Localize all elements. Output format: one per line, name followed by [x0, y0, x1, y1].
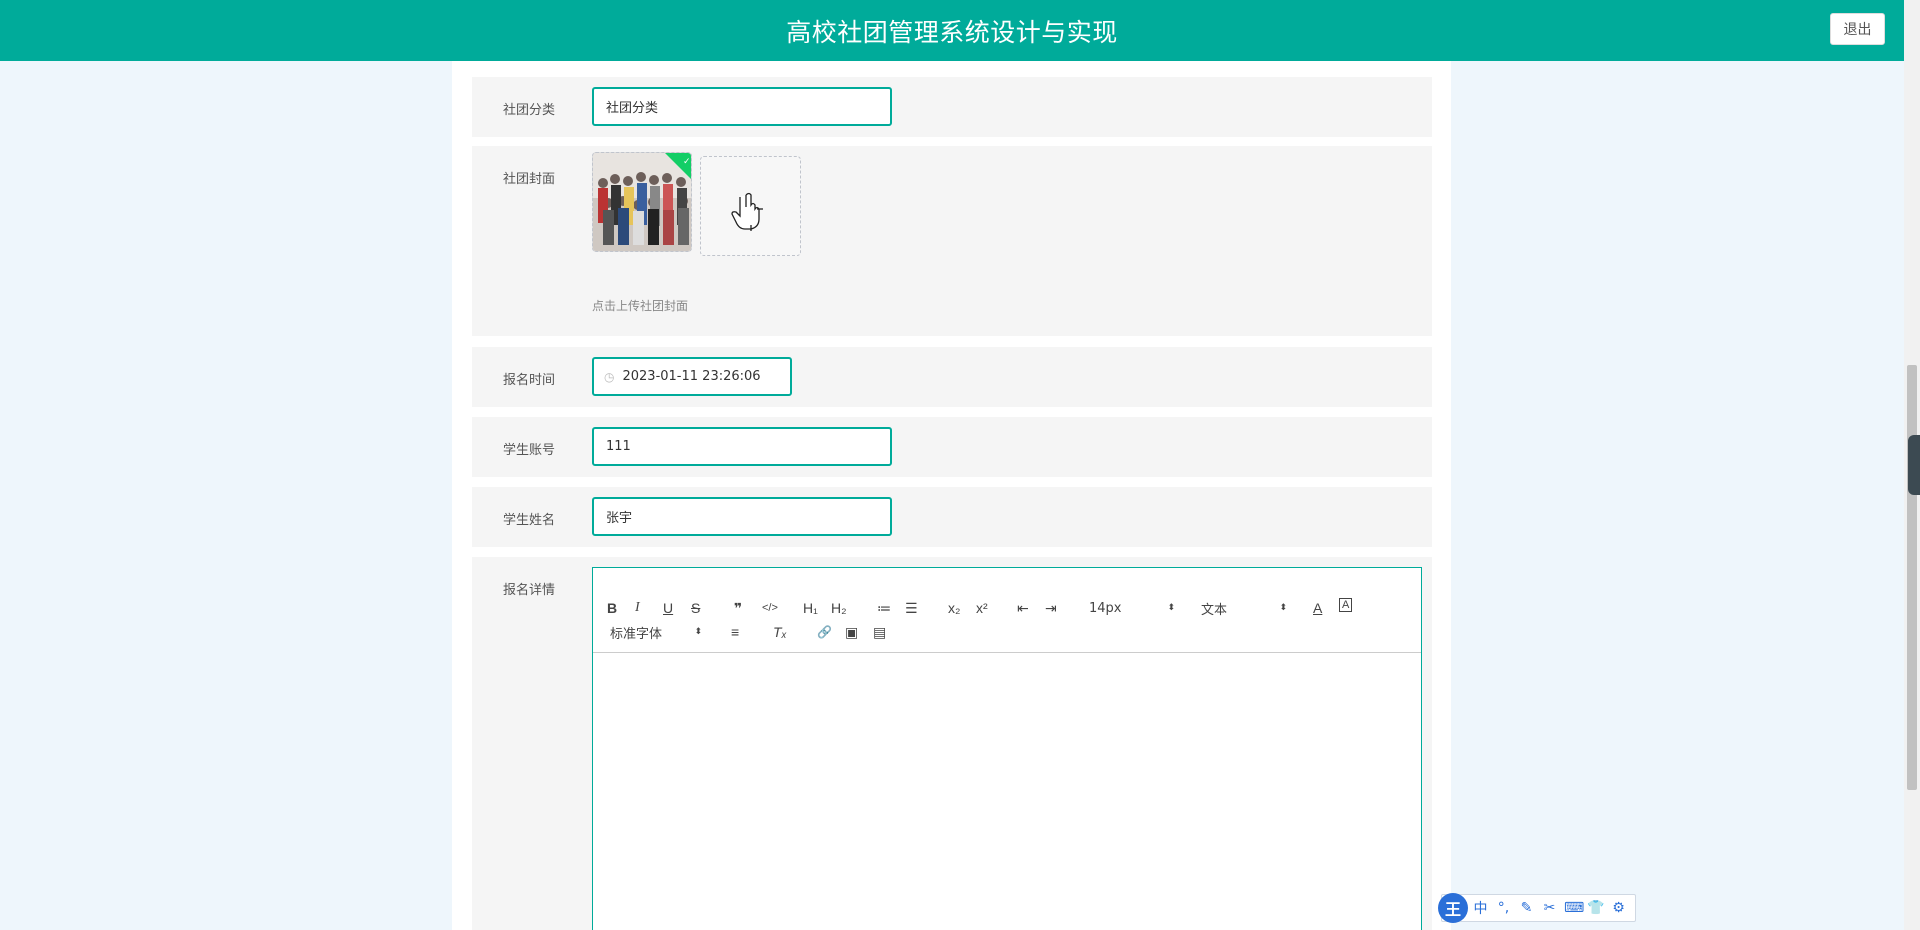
row-cover: 社团封面 ✓ 点击上传社团封面 — [472, 146, 1432, 336]
details-label: 报名详情 — [503, 583, 556, 598]
signup-time-value: 2023-01-11 23:26:06 — [622, 369, 761, 384]
clock-icon: ◷ — [604, 369, 615, 384]
indent-icon[interactable]: ⇥ — [1045, 598, 1057, 618]
cover-thumbnail[interactable]: ✓ — [592, 152, 692, 252]
scrollbar-thumb[interactable] — [1907, 365, 1917, 790]
cover-upload-button[interactable] — [700, 156, 801, 256]
row-student-account: 学生账号 111 — [472, 417, 1432, 477]
background-color-icon[interactable]: A — [1339, 598, 1353, 612]
hand-cursor-icon — [731, 192, 763, 231]
ordered-list-icon[interactable]: ≔ — [877, 598, 891, 618]
top-header: 高校社团管理系统设计与实现 退出 — [0, 0, 1904, 61]
header-picker-value: 文本 — [1201, 602, 1228, 618]
superscript-icon[interactable]: x² — [976, 598, 988, 618]
font-size-picker[interactable]: 14px ⬍ — [1089, 598, 1175, 618]
picker-caret-icon: ⬍ — [694, 627, 702, 637]
logout-button[interactable]: 退出 — [1830, 13, 1885, 45]
bold-icon[interactable]: B — [607, 598, 617, 618]
student-account-label: 学生账号 — [503, 443, 556, 458]
ime-handwriting-icon[interactable]: ✎ — [1518, 900, 1535, 916]
signup-time-label: 报名时间 — [503, 373, 556, 388]
page-title: 高校社团管理系统设计与实现 — [786, 17, 1118, 47]
video-icon[interactable]: ▤ — [873, 622, 886, 642]
header-picker[interactable]: 文本 ⬍ — [1201, 598, 1287, 618]
code-block-icon[interactable]: </> — [762, 598, 778, 618]
italic-icon[interactable]: I — [635, 598, 640, 618]
editor-content-area[interactable] — [593, 654, 1421, 930]
align-icon[interactable]: ≡ — [731, 622, 739, 642]
subscript-icon[interactable]: x₂ — [948, 598, 960, 618]
underline-icon[interactable]: U — [663, 598, 673, 618]
row-student-name: 学生姓名 张宇 — [472, 487, 1432, 547]
cover-hint: 点击上传社团封面 — [592, 299, 689, 313]
bullet-list-icon[interactable]: ☰ — [905, 598, 918, 618]
ime-keyboard-icon[interactable]: ⌨ — [1564, 900, 1584, 916]
image-icon[interactable]: ▣ — [845, 622, 858, 642]
student-name-input[interactable]: 张宇 — [592, 497, 892, 536]
ime-punctuation-icon[interactable]: °, — [1495, 900, 1512, 916]
font-family-value: 标准字体 — [610, 626, 663, 642]
editor-toolbar: B I U S ❞ </> H₁ H₂ ≔ ☰ x₂ x² ⇤ ⇥ 14px ⬍… — [593, 588, 1421, 653]
link-icon[interactable]: 🔗 — [817, 622, 832, 642]
ime-settings-icon[interactable]: ⚙ — [1610, 900, 1627, 916]
row-details: 报名详情 B I U S ❞ </> H₁ H₂ ≔ ☰ x₂ x² ⇤ ⇥ 1… — [472, 557, 1432, 930]
strike-icon[interactable]: S — [691, 598, 700, 618]
ime-chinese-mode-icon[interactable]: 中 — [1472, 898, 1489, 918]
blockquote-icon[interactable]: ❞ — [734, 598, 742, 618]
category-input[interactable]: 社团分类 — [592, 87, 892, 126]
rich-text-editor: B I U S ❞ </> H₁ H₂ ≔ ☰ x₂ x² ⇤ ⇥ 14px ⬍… — [592, 567, 1422, 930]
ime-logo-icon[interactable]: 王 — [1438, 893, 1468, 923]
header-2-icon[interactable]: H₂ — [831, 598, 847, 618]
category-label: 社团分类 — [503, 103, 556, 118]
picker-caret-icon: ⬍ — [1167, 603, 1175, 613]
text-color-icon[interactable]: A — [1313, 598, 1322, 618]
ime-scissors-icon[interactable]: ✂ — [1541, 900, 1558, 916]
signup-time-picker[interactable]: ◷ 2023-01-11 23:26:06 — [592, 357, 792, 396]
font-size-value: 14px — [1089, 600, 1122, 616]
row-signup-time: 报名时间 ◷ 2023-01-11 23:26:06 — [472, 347, 1432, 407]
picker-caret-icon: ⬍ — [1279, 603, 1287, 613]
header-1-icon[interactable]: H₁ — [803, 598, 818, 618]
row-category: 社团分类 社团分类 — [472, 77, 1432, 137]
student-name-label: 学生姓名 — [503, 513, 556, 528]
clean-format-icon[interactable]: Tₓ — [773, 622, 787, 642]
outdent-icon[interactable]: ⇤ — [1017, 598, 1029, 618]
group-photo-image: ✓ — [593, 153, 691, 251]
font-family-picker[interactable]: 标准字体 ⬍ — [610, 622, 702, 642]
svg-text:✓: ✓ — [683, 157, 691, 167]
student-account-input[interactable]: 111 — [592, 427, 892, 466]
ime-toolbar: 王 中 °, ✎ ✂ ⌨ 👕 ⚙ — [1438, 893, 1636, 923]
ime-skin-icon[interactable]: 👕 — [1587, 900, 1604, 916]
cover-label: 社团封面 — [503, 172, 556, 187]
side-widget-tab[interactable] — [1908, 435, 1920, 495]
